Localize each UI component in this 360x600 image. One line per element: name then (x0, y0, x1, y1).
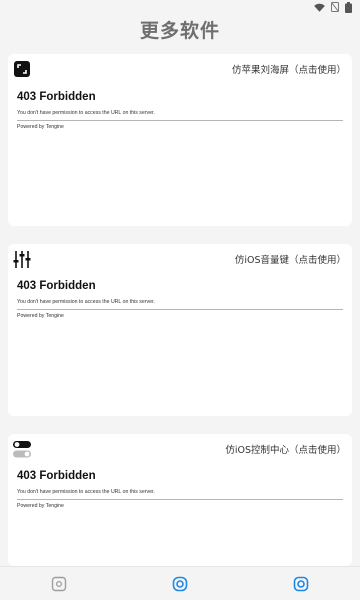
divider (17, 499, 343, 500)
card-header[interactable]: 仿苹果刘海屏（点击使用） (8, 54, 352, 84)
status-bar (0, 0, 360, 14)
webview-error: 403 Forbidden You don't have permission … (17, 470, 343, 509)
app-card-control-center[interactable]: 仿iOS控制中心（点击使用） 403 Forbidden You don't h… (8, 434, 352, 566)
error-title: 403 Forbidden (17, 280, 96, 292)
tab-icon-home[interactable] (51, 576, 67, 592)
error-title: 403 Forbidden (17, 91, 96, 103)
card-label[interactable]: 仿苹果刘海屏（点击使用） (232, 62, 346, 76)
app-card-notch[interactable]: 仿苹果刘海屏（点击使用） 403 Forbidden You don't hav… (8, 54, 352, 226)
no-sim-icon (331, 2, 339, 12)
bottom-navigation (0, 566, 360, 600)
tab-icon-middle[interactable] (172, 576, 188, 592)
error-powered-by: Powered by Tengine (17, 313, 64, 319)
tab-icon-right[interactable] (293, 576, 309, 592)
card-label[interactable]: 仿iOS音量键（点击使用） (235, 252, 346, 266)
error-title: 403 Forbidden (17, 470, 96, 482)
error-powered-by: Powered by Tengine (17, 503, 64, 509)
toggle-switches-icon (13, 441, 31, 458)
battery-icon (345, 1, 352, 13)
expand-corners-icon (14, 61, 30, 77)
error-message: You don't have permission to access the … (17, 299, 155, 305)
wifi-icon (314, 3, 325, 12)
divider (17, 120, 343, 121)
page-title: 更多软件 (139, 20, 220, 42)
card-header[interactable]: 仿iOS控制中心（点击使用） (8, 434, 352, 464)
sliders-icon (13, 251, 31, 268)
app-card-volume[interactable]: 仿iOS音量键（点击使用） 403 Forbidden You don't ha… (8, 244, 352, 416)
error-powered-by: Powered by Tengine (17, 124, 64, 130)
error-message: You don't have permission to access the … (17, 489, 155, 495)
card-label[interactable]: 仿iOS控制中心（点击使用） (225, 442, 346, 456)
webview-error: 403 Forbidden You don't have permission … (17, 280, 343, 319)
error-message: You don't have permission to access the … (17, 110, 155, 116)
card-header[interactable]: 仿iOS音量键（点击使用） (8, 244, 352, 274)
divider (17, 309, 343, 310)
webview-error: 403 Forbidden You don't have permission … (17, 91, 343, 130)
